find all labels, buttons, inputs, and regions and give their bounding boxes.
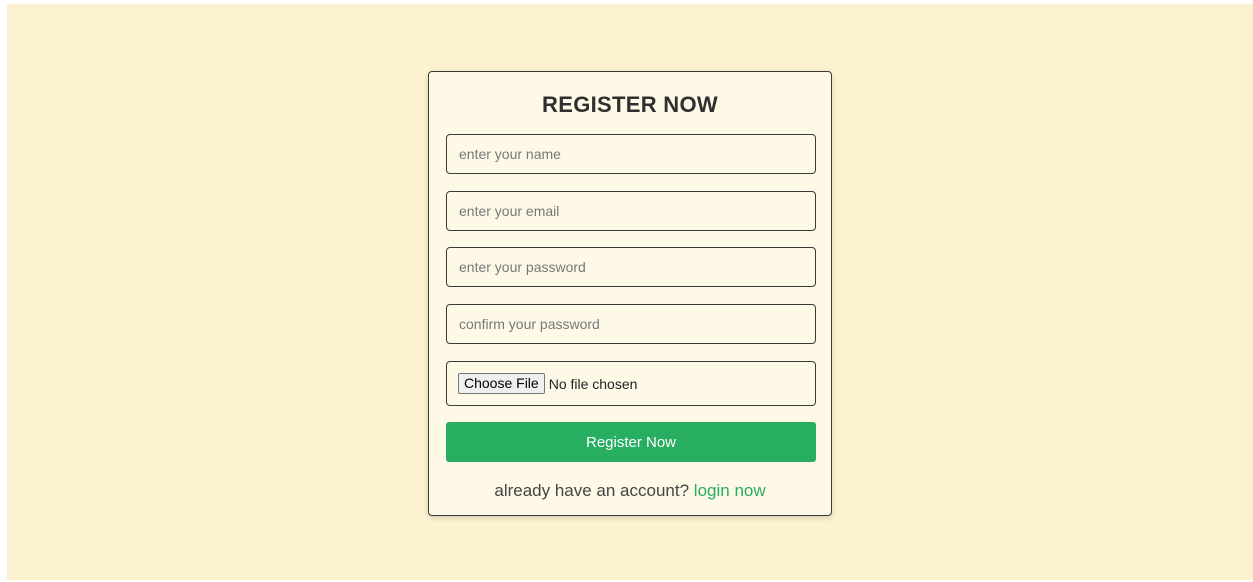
password-input[interactable] xyxy=(446,247,816,287)
name-input[interactable] xyxy=(446,134,816,174)
email-input[interactable] xyxy=(446,191,816,231)
profile-image-file-input[interactable]: Choose File No file chosen xyxy=(446,361,816,406)
form-title: REGISTER NOW xyxy=(542,92,718,117)
register-form: REGISTER NOW Choose File No file chosen … xyxy=(428,71,832,516)
confirm-password-input[interactable] xyxy=(446,304,816,344)
login-prompt: already have an account? login now xyxy=(429,481,831,501)
file-status-text: No file chosen xyxy=(548,375,638,392)
choose-file-button[interactable]: Choose File xyxy=(458,373,545,394)
login-link[interactable]: login now xyxy=(694,481,766,500)
register-button[interactable]: Register Now xyxy=(446,422,816,462)
login-prompt-text: already have an account? xyxy=(494,481,690,500)
